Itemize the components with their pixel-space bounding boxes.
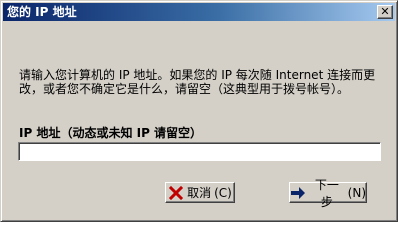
title-bar: 您的 IP 地址 ✕ (3, 3, 395, 21)
ip-address-input[interactable] (18, 142, 381, 161)
cancel-x-icon (168, 185, 184, 201)
description-text: 请输入您计算机的 IP 地址。如果您的 IP 每次随 Internet 连接而更… (19, 68, 376, 96)
next-button[interactable]: 下一步 (N) (289, 178, 367, 209)
close-icon: ✕ (380, 5, 390, 18)
ip-address-label: IP 地址（动态或未知 IP 请留空） (19, 126, 203, 140)
ip-address-dialog: 您的 IP 地址 ✕ 请输入您计算机的 IP 地址。如果您的 IP 每次随 In… (0, 0, 398, 222)
cancel-button[interactable]: 取消 (C) (165, 182, 235, 203)
next-button-label: 下一步 (314, 177, 339, 209)
cancel-accelerator: (C) (214, 185, 232, 200)
window-title: 您的 IP 地址 (7, 5, 77, 19)
cancel-button-label: 取消 (187, 186, 212, 200)
next-accelerator: (N) (347, 185, 366, 200)
next-arrow-icon (290, 185, 306, 201)
close-button[interactable]: ✕ (377, 5, 393, 19)
